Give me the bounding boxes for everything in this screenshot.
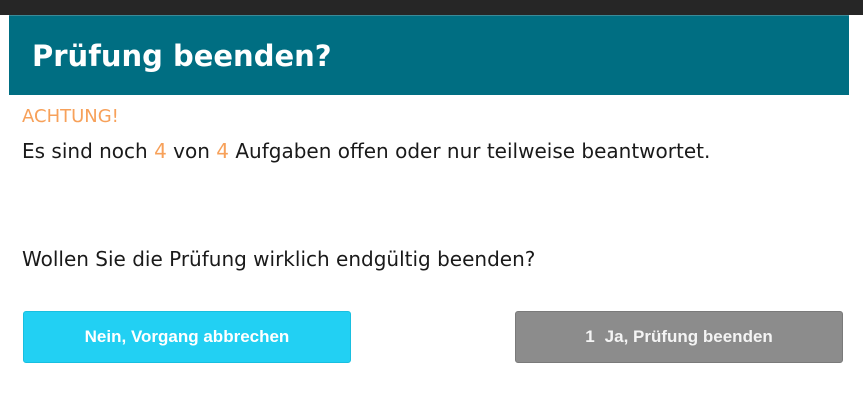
open-tasks-message: Es sind noch 4 von 4 Aufgaben offen oder… [22,136,782,167]
confirm-countdown: 1 [585,327,595,346]
cancel-button-label: Nein, Vorgang abbrechen [84,327,290,346]
confirm-end-exam-button[interactable]: 1 Ja, Prüfung beenden [515,311,843,363]
message-suffix: Aufgaben offen oder nur teilweise beantw… [229,139,711,163]
message-prefix: Es sind noch [22,139,155,163]
total-task-count: 4 [216,139,229,163]
confirmation-question: Wollen Sie die Prüfung wirklich endgülti… [22,247,536,271]
dialog-title: Prüfung beenden? [32,39,332,73]
window-top-bar [0,0,863,15]
confirm-button-label: Ja, Prüfung beenden [604,327,773,346]
cancel-button[interactable]: Nein, Vorgang abbrechen [23,311,351,363]
warning-label: ACHTUNG! [22,106,119,127]
dialog-header: Prüfung beenden? [9,15,849,95]
open-task-count: 4 [154,139,167,163]
message-middle: von [166,139,217,163]
